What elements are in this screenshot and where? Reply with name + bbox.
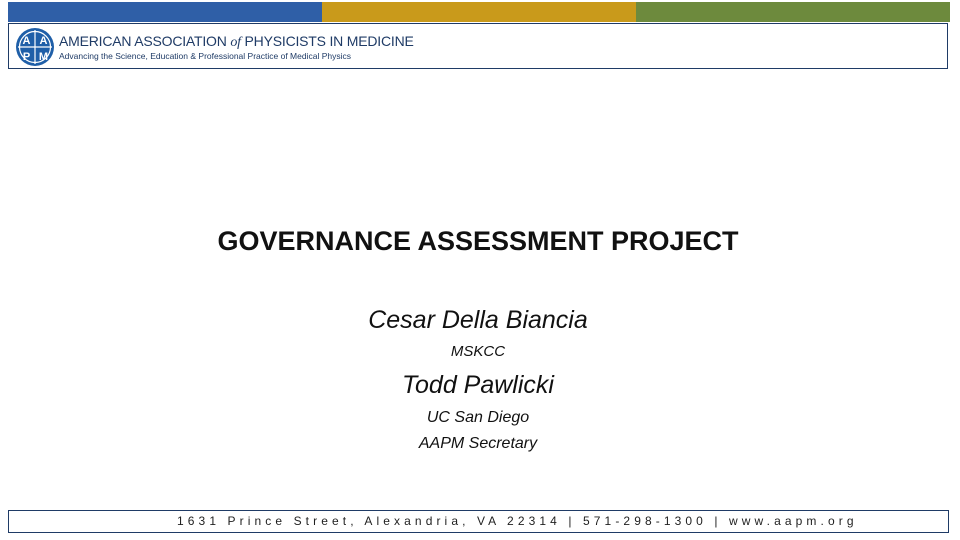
footer-bar: 1631 Prince Street, Alexandria, VA 22314… xyxy=(8,510,949,533)
presenter-1-name: Cesar Della Biancia xyxy=(368,306,588,334)
org-name-of: of xyxy=(230,35,241,50)
top-bar-green-segment xyxy=(636,2,950,22)
footer-address: 1631 Prince Street, Alexandria, VA 22314… xyxy=(177,514,858,528)
top-bar-gold-segment xyxy=(322,2,636,22)
presenter-2-affiliation: UC San Diego xyxy=(426,409,530,426)
header-banner: A A P M AMERICAN ASSOCIATION of PHYSICIS… xyxy=(8,23,948,69)
slide-title: GOVERNANCE ASSESSMENT PROJECT xyxy=(217,226,739,256)
svg-text:M: M xyxy=(39,51,48,63)
top-color-bar xyxy=(8,2,950,22)
svg-text:A: A xyxy=(40,35,48,47)
org-name-part1: AMERICAN ASSOCIATION xyxy=(59,33,231,49)
top-bar-blue-segment xyxy=(8,2,322,22)
organization-tagline: Advancing the Science, Education & Profe… xyxy=(59,51,351,61)
org-name-part2: PHYSICISTS IN MEDICINE xyxy=(240,33,414,49)
presenter-2-name: Todd Pawlicki xyxy=(402,371,554,399)
presenter-2-role: AAPM Secretary xyxy=(418,435,538,452)
presenter-1-affiliation: MSKCC xyxy=(450,343,506,360)
svg-text:P: P xyxy=(23,51,30,63)
svg-text:A: A xyxy=(23,35,31,47)
aapm-logo-icon: A A P M xyxy=(16,28,54,66)
organization-name: AMERICAN ASSOCIATION of PHYSICISTS IN ME… xyxy=(59,33,414,51)
